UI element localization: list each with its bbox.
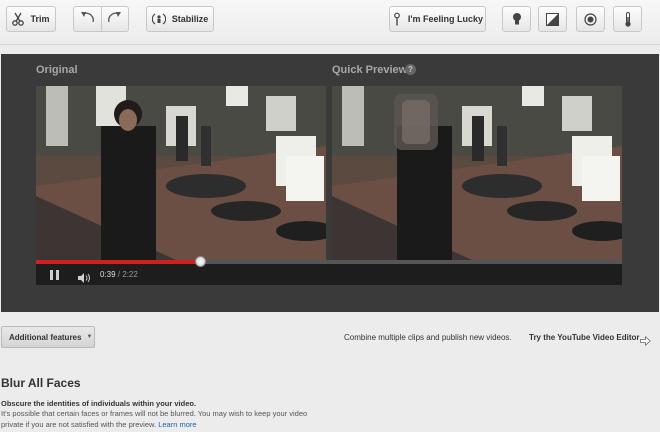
rotate-right-button[interactable] xyxy=(100,7,129,31)
original-video[interactable] xyxy=(36,86,326,260)
pause-icon[interactable] xyxy=(50,270,59,280)
color-temperature-button[interactable] xyxy=(613,6,642,32)
help-icon[interactable]: ? xyxy=(405,64,416,75)
preview-panel: Original Quick Preview ? 0:39 / 2:22 xyxy=(1,54,659,312)
blur-faces-description: It's possible that certain faces or fram… xyxy=(1,408,321,430)
editor-toolbar: Trim Stabilize I'm Feeling Lucky xyxy=(0,0,660,45)
stabilize-icon xyxy=(151,13,166,25)
duration: 2:22 xyxy=(122,270,138,279)
current-time: 0:39 xyxy=(100,270,116,279)
volume-icon[interactable] xyxy=(78,270,91,288)
blur-faces-title: Blur All Faces xyxy=(1,376,81,390)
rotate-group xyxy=(73,6,129,32)
feeling-lucky-button[interactable]: I'm Feeling Lucky xyxy=(389,6,486,32)
combine-clips-text: Combine multiple clips and publish new v… xyxy=(344,333,512,342)
rotate-left-button[interactable] xyxy=(74,7,101,31)
contrast-icon xyxy=(546,12,559,26)
chevron-down-icon: ▼ xyxy=(86,334,93,340)
arrow-right-icon[interactable] xyxy=(640,333,651,351)
preview-video-frame xyxy=(332,86,622,260)
original-label: Original xyxy=(36,64,78,76)
saturation-button[interactable] xyxy=(576,6,605,32)
progress-scrubber[interactable] xyxy=(195,256,207,267)
trim-label: Trim xyxy=(30,14,50,24)
blur-faces-heading: Obscure the identities of individuals wi… xyxy=(1,399,197,408)
stabilize-button[interactable]: Stabilize xyxy=(146,6,214,32)
quick-preview-video[interactable] xyxy=(332,86,622,260)
blur-faces-body: It's possible that certain faces or fram… xyxy=(1,409,308,429)
bulb-icon xyxy=(512,12,522,26)
wand-icon xyxy=(392,12,402,26)
player-controls: 0:39 / 2:22 xyxy=(36,256,622,288)
additional-features-label: Additional features xyxy=(9,332,82,342)
trim-button[interactable]: Trim xyxy=(6,6,56,32)
stabilize-label: Stabilize xyxy=(171,14,209,24)
progress-bar[interactable] xyxy=(36,260,622,264)
time-display: 0:39 / 2:22 xyxy=(100,270,138,279)
contrast-button[interactable] xyxy=(538,6,567,32)
video-editor-link[interactable]: Try the YouTube Video Editor xyxy=(529,333,640,342)
rotate-left-icon xyxy=(79,10,95,29)
learn-more-link[interactable]: Learn more xyxy=(158,420,196,429)
progress-fill xyxy=(36,260,201,264)
original-video-frame xyxy=(36,86,326,260)
rotate-right-icon xyxy=(107,10,123,29)
thermometer-icon xyxy=(624,11,632,27)
feeling-lucky-label: I'm Feeling Lucky xyxy=(407,14,484,24)
saturation-icon xyxy=(584,12,597,26)
scissors-icon xyxy=(12,12,25,26)
quick-preview-label: Quick Preview xyxy=(332,64,408,76)
brightness-button[interactable] xyxy=(502,6,531,32)
additional-features-button[interactable]: Additional features ▼ xyxy=(1,326,95,348)
